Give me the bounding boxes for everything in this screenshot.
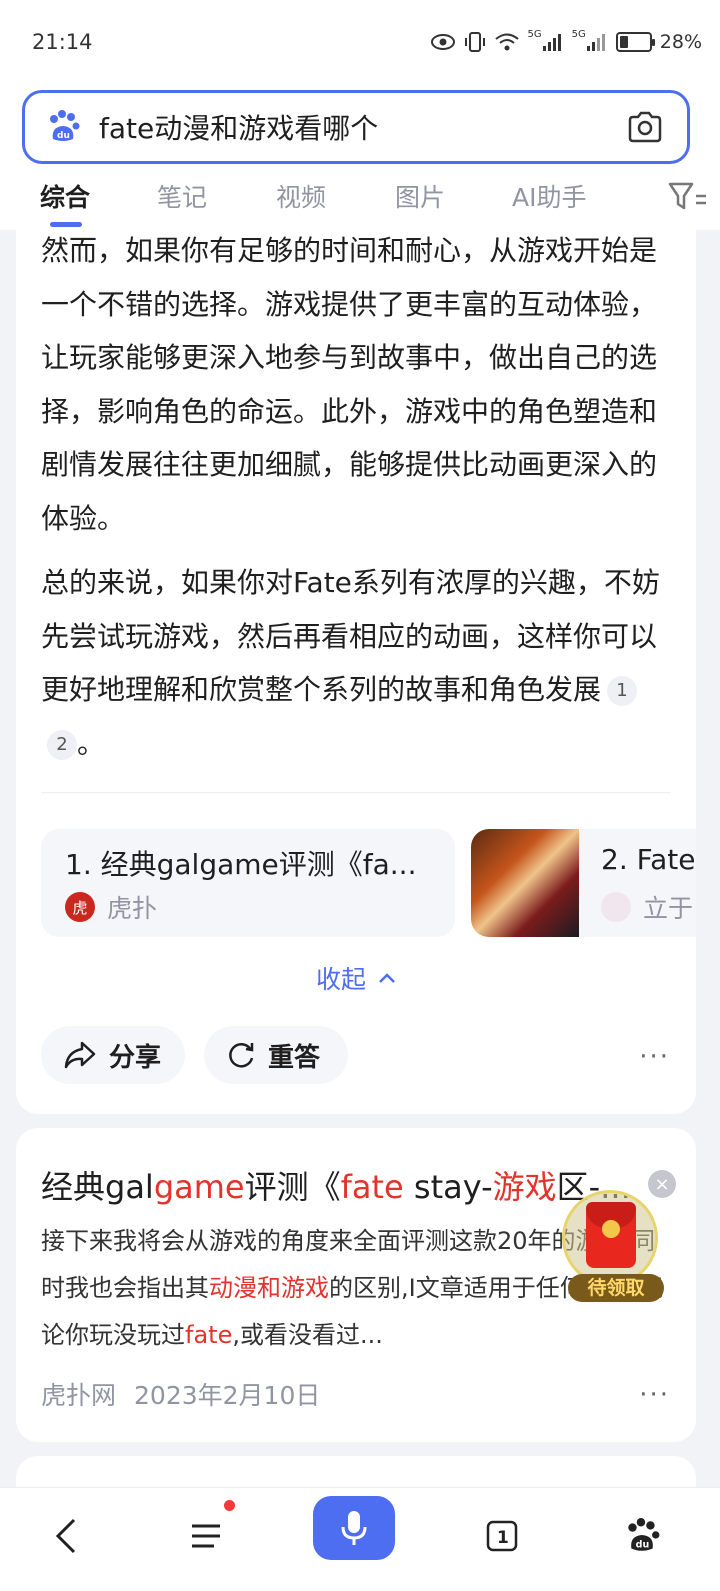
source-card-1[interactable]: 1. 经典galgame评测《fa... 虎 虎扑 xyxy=(41,829,455,937)
coin-icon xyxy=(602,1220,620,1238)
reference-badge-2[interactable]: 2 xyxy=(47,729,77,760)
tabs-icon: 1 xyxy=(486,1520,518,1552)
tab-images[interactable]: 图片 xyxy=(395,178,445,214)
result-meta: 虎扑网 2023年2月10日 xyxy=(41,1376,320,1412)
microphone-icon xyxy=(341,1511,367,1545)
baidu-paw-icon[interactable]: du xyxy=(43,107,83,147)
camera-icon[interactable] xyxy=(625,107,665,147)
collapse-button[interactable]: 收起 xyxy=(16,960,696,996)
back-button[interactable] xyxy=(36,1506,96,1566)
tab-notes[interactable]: 笔记 xyxy=(157,178,207,214)
source-title: 1. 经典galgame评测《fa... xyxy=(65,848,417,881)
battery-fill xyxy=(619,36,628,48)
menu-icon xyxy=(192,1524,220,1548)
share-button[interactable]: 分享 xyxy=(41,1026,185,1084)
ai-answer-card: 然而，如果你有足够的时间和耐心，从游戏开始是一个不错的选择。游戏提供了更丰富的互… xyxy=(16,230,696,1114)
status-time: 21:14 xyxy=(32,30,93,54)
baidu-home-button[interactable]: du xyxy=(612,1506,672,1566)
tabs-button[interactable]: 1 xyxy=(472,1506,532,1566)
source-site-name: 立于 xyxy=(643,894,694,923)
tabs-count: 1 xyxy=(497,1528,509,1548)
bottom-nav: 1 du xyxy=(0,1487,720,1591)
more-options-icon[interactable]: ··· xyxy=(639,1042,670,1072)
collapse-label: 收起 xyxy=(315,965,366,994)
source-card-2[interactable]: 2. Fate 立于 xyxy=(471,829,696,937)
tab-videos[interactable]: 视频 xyxy=(276,178,326,214)
result-site: 虎扑网 xyxy=(41,1381,117,1410)
result-title[interactable]: 经典galgame评测《fate stay-游戏区-... xyxy=(41,1162,651,1208)
tab-ai-assistant[interactable]: AI助手 xyxy=(512,178,586,214)
source-site-name: 虎扑 xyxy=(107,894,158,923)
search-tabs: 综合 笔记 视频 图片 AI助手 xyxy=(0,178,720,230)
signal-icon-1: 5G xyxy=(528,29,564,52)
eye-icon xyxy=(430,33,456,51)
share-label: 分享 xyxy=(109,1042,162,1073)
baidu-paw-icon: du xyxy=(628,1518,660,1551)
regenerate-button[interactable]: 重答 xyxy=(204,1026,348,1084)
search-area: du fate动漫和游戏看哪个 xyxy=(0,86,720,178)
tab-all[interactable]: 综合 xyxy=(40,178,90,214)
voice-search-button[interactable] xyxy=(313,1496,395,1560)
refresh-icon xyxy=(229,1043,254,1068)
answer-paragraph-1: 然而，如果你有足够的时间和耐心，从游戏开始是一个不错的选择。游戏提供了更丰富的互… xyxy=(41,234,658,535)
battery-icon xyxy=(615,32,655,52)
source-cards: 1. 经典galgame评测《fa... 虎 虎扑 2. Fate 立于 xyxy=(41,829,696,937)
source-site: 虎 虎扑 xyxy=(65,889,157,925)
chevron-left-icon xyxy=(55,1518,76,1554)
wifi-icon xyxy=(494,32,520,52)
regenerate-label: 重答 xyxy=(268,1042,321,1073)
hupu-logo-icon: 虎 xyxy=(65,892,95,922)
search-input[interactable]: fate动漫和游戏看哪个 xyxy=(99,107,625,147)
share-icon xyxy=(64,1041,96,1069)
battery-percent: 28% xyxy=(659,31,702,53)
svg-text:du: du xyxy=(57,131,70,141)
source-site: 立于 xyxy=(601,889,693,925)
source-title: 2. Fate xyxy=(601,843,696,876)
source-thumbnail xyxy=(471,829,579,937)
menu-button[interactable] xyxy=(176,1506,236,1566)
author-avatar xyxy=(601,892,631,922)
notification-dot xyxy=(224,1500,235,1511)
reference-badge-1[interactable]: 1 xyxy=(607,676,638,706)
svg-text:du: du xyxy=(636,1540,650,1551)
red-packet-widget[interactable]: 待领取 xyxy=(562,1190,664,1304)
result-date: 2023年2月10日 xyxy=(134,1381,321,1410)
paragraph-end: 。 xyxy=(77,726,106,760)
filter-icon[interactable] xyxy=(668,180,710,216)
vibrate-icon xyxy=(464,31,486,53)
divider xyxy=(41,792,671,793)
status-icons: 5G 5G 28% xyxy=(430,28,702,56)
search-box[interactable]: du fate动漫和游戏看哪个 xyxy=(22,90,690,164)
chevron-up-icon xyxy=(379,973,395,983)
signal-icon-2: 5G xyxy=(572,29,608,52)
status-bar: 21:14 5G 5G 28% xyxy=(0,0,720,86)
red-packet-label: 待领取 xyxy=(568,1274,664,1302)
more-options-icon[interactable]: ··· xyxy=(639,1380,670,1410)
answer-paragraph-2: 总的来说，如果你对Fate系列有浓厚的兴趣，不妨先尝试玩游戏，然后再看相应的动画… xyxy=(41,556,671,770)
answer-paragraph-2-text: 总的来说，如果你对Fate系列有浓厚的兴趣，不妨先尝试玩游戏，然后再看相应的动画… xyxy=(41,566,660,706)
